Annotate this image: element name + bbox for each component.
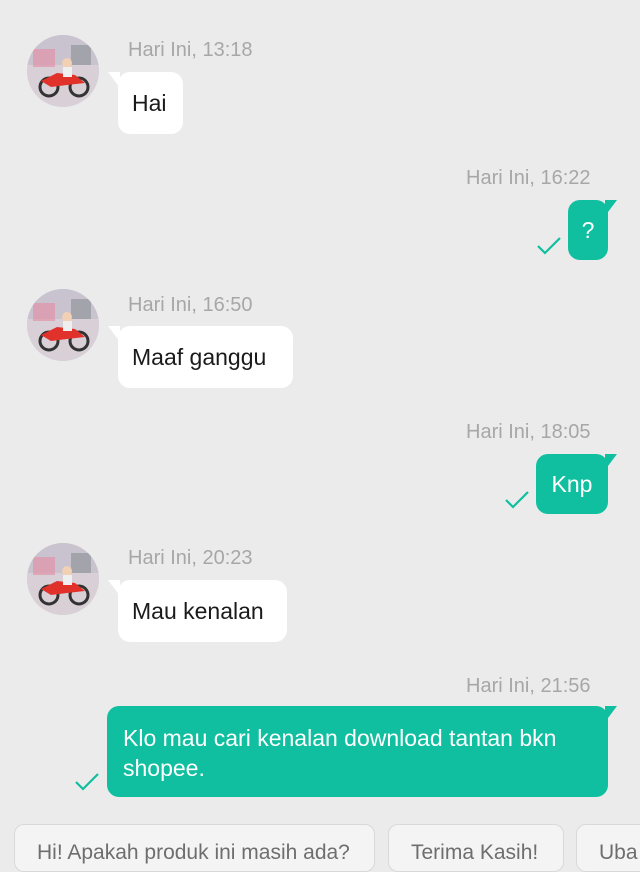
message-text: Hai bbox=[132, 90, 167, 116]
sender-avatar[interactable] bbox=[27, 35, 99, 107]
sender-avatar[interactable] bbox=[27, 289, 99, 361]
avatar-image bbox=[27, 35, 99, 107]
message-text-line: Klo mau cari kenalan download tantan bkn bbox=[123, 725, 557, 751]
check-icon bbox=[537, 237, 561, 255]
incoming-message-bubble[interactable]: Mau kenalan bbox=[108, 580, 287, 642]
avatar-image bbox=[27, 289, 99, 361]
message-text: Maaf ganggu bbox=[132, 344, 267, 370]
message-text-line: shopee. bbox=[123, 755, 205, 781]
message-timestamp: Hari Ini, 13:18 bbox=[128, 39, 253, 61]
outgoing-message-bubble[interactable]: Knp bbox=[536, 454, 617, 514]
sender-avatar[interactable] bbox=[27, 543, 99, 615]
check-icon bbox=[75, 773, 99, 791]
check-icon bbox=[505, 491, 529, 509]
message-text: ? bbox=[581, 217, 595, 243]
outgoing-message-bubble[interactable]: Klo mau cari kenalan download tantan bkn… bbox=[107, 706, 617, 797]
message-text: Mau kenalan bbox=[132, 598, 264, 624]
message-timestamp: Hari Ini, 18:05 bbox=[466, 421, 591, 443]
incoming-message-bubble[interactable]: Maaf ganggu bbox=[108, 326, 293, 388]
message-timestamp: Hari Ini, 20:23 bbox=[128, 547, 253, 569]
outgoing-message-bubble[interactable]: ? bbox=[568, 200, 617, 260]
message-timestamp: Hari Ini, 21:56 bbox=[466, 675, 591, 697]
message-timestamp: Hari Ini, 16:22 bbox=[466, 167, 591, 189]
quick-reply-chip[interactable]: Uba bbox=[576, 824, 640, 872]
message-text: Knp bbox=[551, 471, 593, 497]
avatar-image bbox=[27, 543, 99, 615]
incoming-message-bubble[interactable]: Hai bbox=[108, 72, 183, 134]
message-timestamp: Hari Ini, 16:50 bbox=[128, 294, 253, 316]
quick-reply-chip[interactable]: Terima Kasih! bbox=[388, 824, 564, 872]
quick-reply-chip[interactable]: Hi! Apakah produk ini masih ada? bbox=[14, 824, 375, 872]
